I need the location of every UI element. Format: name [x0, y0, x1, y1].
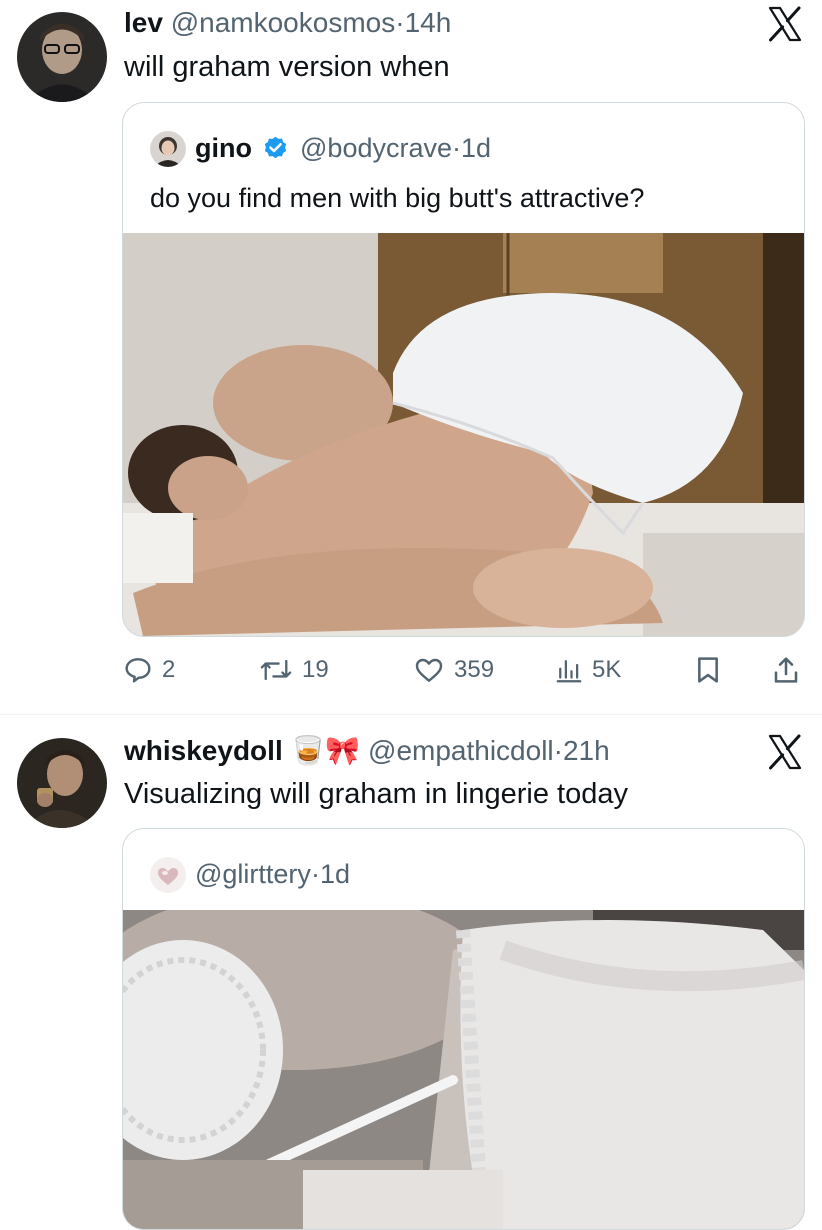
quoted-author-name[interactable]: gino	[195, 133, 252, 163]
views-count: 5K	[592, 656, 622, 683]
reply-icon	[125, 658, 151, 683]
like-icon	[415, 658, 443, 682]
author-handle[interactable]: @empathicdoll	[368, 735, 554, 766]
quoted-avatar	[150, 857, 186, 893]
quoted-text: do you find men with big butt's attracti…	[150, 183, 645, 213]
quoted-author-handle[interactable]: @glirttery	[195, 859, 311, 889]
reply-count: 2	[162, 656, 176, 683]
tweet-text: will graham version when	[124, 51, 450, 83]
x-logo-icon	[768, 6, 802, 42]
quoted-photo[interactable]	[123, 910, 804, 1229]
tweet-header: whiskeydoll 🥃🎀 @empathicdoll·21h	[124, 734, 610, 768]
quoted-header: @glirttery·1d	[195, 858, 350, 890]
avatar-whiskeydoll[interactable]	[17, 738, 107, 828]
tweet-1[interactable]: lev @namkookosmos·14h will graham versio…	[0, 0, 822, 715]
repost-icon	[260, 659, 292, 681]
quoted-tweet[interactable]: gino @bodycrave·1d do you find men with …	[122, 102, 805, 637]
quoted-header: gino @bodycrave·1d	[195, 132, 491, 164]
separator: ·	[310, 859, 320, 889]
repost-button[interactable]: 19	[258, 648, 329, 692]
author-emoji: 🥃🎀	[290, 735, 361, 766]
timestamp[interactable]: 21h	[563, 735, 610, 766]
quoted-tweet[interactable]: @glirttery·1d	[122, 828, 805, 1230]
tweet-actions: 2 19 359 5K	[122, 648, 812, 692]
bookmark-button[interactable]	[692, 648, 724, 692]
verified-badge-icon	[264, 136, 286, 159]
separator: ·	[553, 735, 563, 766]
author-name[interactable]: whiskeydoll	[124, 735, 283, 766]
separator: ·	[395, 7, 405, 38]
quoted-timestamp[interactable]: 1d	[320, 859, 350, 889]
views-button[interactable]: 5K	[554, 648, 621, 692]
author-name[interactable]: lev	[124, 7, 163, 38]
author-handle[interactable]: @namkookosmos	[171, 7, 396, 38]
tweet-2[interactable]: whiskeydoll 🥃🎀 @empathicdoll·21h Visuali…	[0, 715, 822, 1230]
x-logo-icon	[768, 734, 802, 770]
bookmark-icon	[698, 657, 718, 683]
timestamp[interactable]: 14h	[405, 7, 452, 38]
share-button[interactable]	[770, 648, 802, 692]
like-button[interactable]: 359	[412, 648, 494, 692]
separator: ·	[452, 133, 461, 163]
quoted-author-handle[interactable]: @bodycrave	[300, 133, 452, 163]
repost-count: 19	[302, 656, 329, 683]
quoted-timestamp[interactable]: 1d	[461, 133, 491, 163]
like-count: 359	[454, 656, 495, 683]
avatar-lev[interactable]	[17, 12, 107, 102]
quoted-photo[interactable]	[123, 233, 804, 636]
tweet-header: lev @namkookosmos·14h	[124, 6, 451, 40]
reply-button[interactable]: 2	[122, 648, 175, 692]
tweet-text: Visualizing will graham in lingerie toda…	[124, 778, 629, 810]
quoted-avatar	[150, 131, 186, 167]
views-icon	[556, 660, 582, 683]
share-icon	[774, 657, 798, 683]
